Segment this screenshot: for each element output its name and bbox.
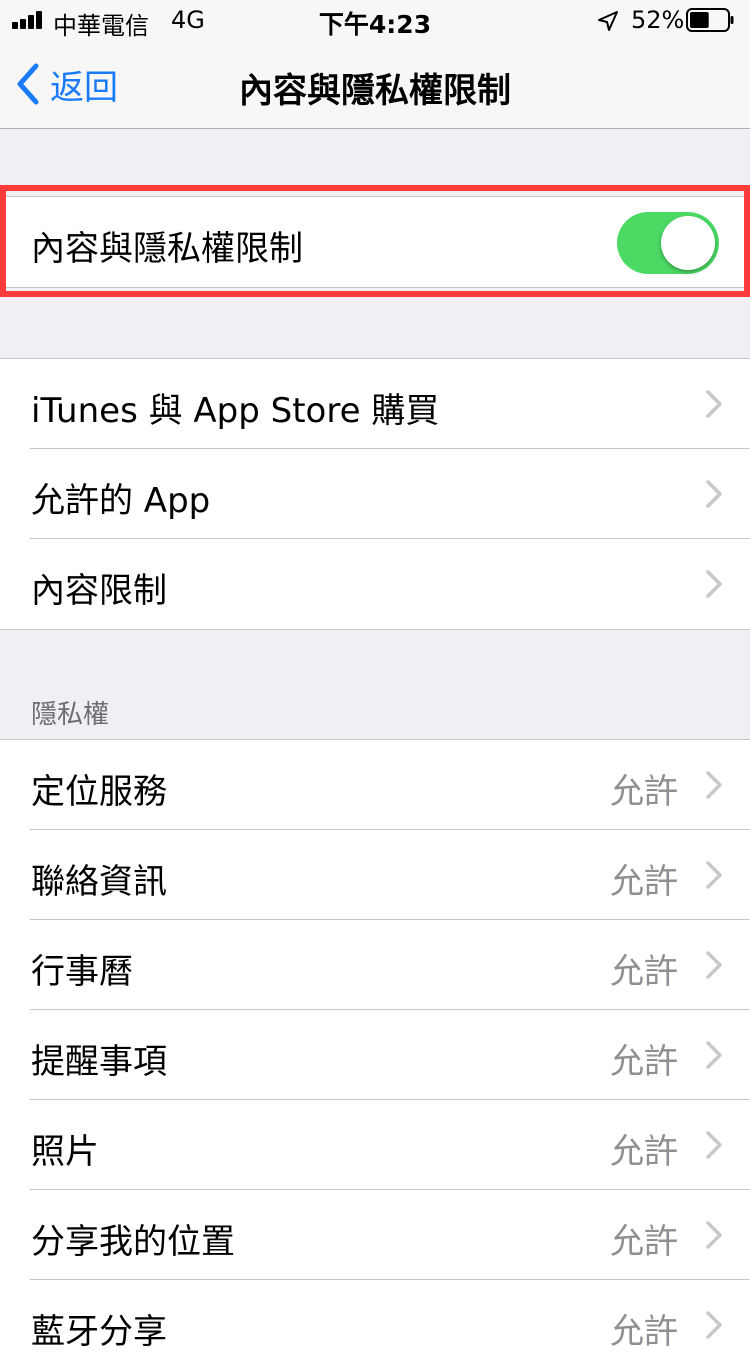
status-bar: 中華電信 4G 下午4:23 52% — [0, 0, 750, 40]
list-item-value: 允許 — [610, 952, 678, 992]
chevron-right-icon — [706, 1131, 722, 1159]
list-item-calendars[interactable]: 行事曆 允許 — [0, 920, 750, 1010]
list-item-value: 允許 — [610, 1042, 678, 1082]
list-item-value: 允許 — [610, 862, 678, 902]
list-item-label: 行事曆 — [31, 952, 133, 992]
list-item-label: 內容限制 — [31, 571, 167, 611]
restrictions-menu-group: iTunes 與 App Store 購買 允許的 App 內容限制 — [0, 358, 750, 630]
chevron-right-icon — [706, 390, 722, 418]
list-item-value: 允許 — [610, 1312, 678, 1352]
page-title: 內容與隱私權限制 — [239, 71, 511, 111]
list-item-value: 允許 — [610, 1222, 678, 1262]
list-item-contacts[interactable]: 聯絡資訊 允許 — [0, 830, 750, 920]
list-item-share-my-location[interactable]: 分享我的位置 允許 — [0, 1190, 750, 1280]
list-item-label: 照片 — [31, 1132, 99, 1172]
chevron-right-icon — [706, 1041, 722, 1069]
location-arrow-icon — [598, 11, 618, 31]
list-item-photos[interactable]: 照片 允許 — [0, 1100, 750, 1190]
battery-icon — [686, 8, 734, 32]
list-item-label: 允許的 App — [31, 481, 211, 521]
list-item-content-restrictions[interactable]: 內容限制 — [0, 539, 750, 629]
list-item-label: 定位服務 — [31, 772, 167, 812]
list-item-value: 允許 — [610, 772, 678, 812]
section-header-privacy: 隱私權 — [31, 700, 110, 730]
list-item-allowed-apps[interactable]: 允許的 App — [0, 449, 750, 539]
battery-percent: 52% — [631, 6, 685, 34]
privacy-group: 定位服務 允許 聯絡資訊 允許 行事曆 允許 提醒事項 允許 照片 允許 分享我… — [0, 739, 750, 1370]
chevron-right-icon — [706, 1311, 722, 1339]
list-item-label: 藍牙分享 — [31, 1312, 167, 1352]
list-item-itunes-purchases[interactable]: iTunes 與 App Store 購買 — [0, 359, 750, 449]
highlight-box — [0, 185, 750, 297]
list-item-reminders[interactable]: 提醒事項 允許 — [0, 1010, 750, 1100]
list-item-value: 允許 — [610, 1132, 678, 1172]
chevron-right-icon — [706, 1221, 722, 1249]
navigation-bar: 返回 內容與隱私權限制 — [0, 40, 750, 129]
list-item-label: iTunes 與 App Store 購買 — [31, 391, 440, 431]
list-item-bluetooth-sharing[interactable]: 藍牙分享 允許 — [0, 1280, 750, 1370]
list-item-label: 分享我的位置 — [31, 1222, 235, 1262]
chevron-right-icon — [706, 570, 722, 598]
list-item-location-services[interactable]: 定位服務 允許 — [0, 740, 750, 830]
chevron-right-icon — [706, 951, 722, 979]
chevron-right-icon — [706, 771, 722, 799]
chevron-right-icon — [706, 861, 722, 889]
list-item-label: 聯絡資訊 — [31, 862, 167, 902]
chevron-right-icon — [706, 480, 722, 508]
list-item-label: 提醒事項 — [31, 1042, 167, 1082]
